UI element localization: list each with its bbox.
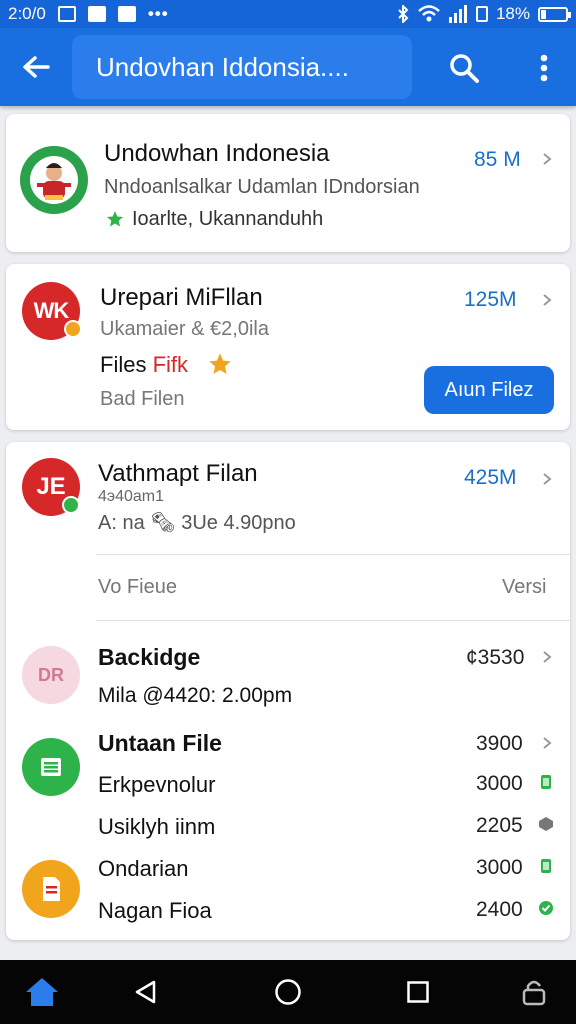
avatar (20, 146, 88, 214)
avatar: WK (22, 282, 82, 340)
star-icon (107, 211, 123, 227)
divider (96, 554, 570, 555)
list-item-value: 3000 (476, 772, 523, 795)
cube-icon (539, 817, 553, 831)
files-prefix: Files (100, 352, 153, 377)
card-title: Urepari MiFllan (100, 284, 263, 311)
wifi-icon (418, 5, 440, 22)
lock-button[interactable] (510, 968, 558, 1016)
list-item-title[interactable]: Nagan Fioa (98, 898, 212, 924)
recents-button[interactable] (394, 968, 442, 1016)
back-button[interactable] (0, 28, 72, 106)
badge-icon (64, 320, 82, 338)
list-item-value: 3000 (476, 856, 523, 879)
list-item-title[interactable]: Erkpevnolur (98, 772, 215, 798)
mail-icon (87, 6, 106, 22)
avatar (22, 738, 80, 796)
status-text: Bad Filen (100, 388, 185, 410)
card-undowhan-indonesia[interactable]: Undowhan Indonesia Nndoanlsalkar Udamlan… (6, 114, 570, 252)
battery-percent: 18% (495, 4, 530, 23)
search-icon (450, 54, 479, 83)
battery-green-icon (541, 859, 551, 873)
avatar (22, 860, 80, 918)
more-options-button[interactable] (520, 44, 568, 92)
card-line2: A: na 🗞 3Ue 4.90pno (98, 512, 296, 534)
list-item-value: ¢3530 (466, 646, 525, 669)
action-button-label: Aıun Filez (444, 378, 534, 401)
battery-green-icon (541, 775, 551, 789)
battery-level (541, 9, 546, 19)
search-button[interactable] (440, 44, 488, 92)
card-title: Vathmapt Filan (98, 460, 258, 487)
status-bar: 2:0/0 ••• 18% (0, 0, 576, 28)
list-item-value: 2400 (476, 898, 523, 921)
chevron-right-icon (543, 294, 552, 306)
card-tag-text: Ioarlte, Ukannanduhh (132, 208, 324, 230)
list-item-subtitle: Mila @4420: 2.00pm (98, 684, 293, 707)
more-vert-icon (540, 54, 548, 82)
card-subtitle: Nndoanlsalkar Udamlan IDndorsian (104, 176, 420, 198)
chevron-right-icon (543, 153, 552, 165)
column-header-left: Vo Fieue (98, 576, 177, 598)
verified-badge-icon (62, 496, 80, 514)
card-urepari-mifllan[interactable]: WK Urepari MiFllan Ukamaier & €2,0ila Fi… (6, 264, 570, 430)
file-size: 85 M (474, 148, 521, 171)
page-title: Undovhan Iddonsia.... (72, 35, 412, 99)
message-icon (117, 6, 136, 22)
home-button[interactable] (18, 968, 66, 1016)
check-circle-icon (539, 901, 553, 915)
list-item-title[interactable]: Untaan File (98, 730, 222, 757)
back-arrow-icon (23, 56, 50, 78)
avatar-text: JE (36, 473, 66, 500)
battery-icon (538, 6, 571, 22)
action-button[interactable]: Aıun Filez (424, 366, 554, 414)
card-tag: Ioarlte, Ukannanduhh (132, 208, 323, 231)
signal-icon (448, 5, 467, 23)
app-bar: Undovhan Iddonsia.... (0, 28, 576, 106)
card-line1: 4э40аm1 (98, 488, 164, 505)
column-header-right: Versi (502, 576, 547, 598)
home-icon (26, 978, 58, 1006)
avatar: DR (22, 646, 80, 704)
files-red-text: Fifk (152, 352, 189, 377)
chevron-right-icon (543, 473, 552, 485)
notification-icon (57, 6, 76, 22)
list-item-title[interactable]: Backidge (98, 644, 200, 671)
more-notifications-icon: ••• (147, 4, 169, 23)
bluetooth-icon (398, 5, 409, 23)
sim-icon (475, 6, 488, 22)
avatar-text: DR (38, 664, 64, 685)
chevron-right-icon (543, 651, 552, 663)
file-icon (43, 877, 60, 901)
file-size: 125M (464, 288, 517, 311)
document-icon (41, 758, 61, 776)
card-subtitle: Ukamaier & €2,0ila (100, 318, 269, 340)
star-icon (209, 353, 231, 374)
nav-home-button[interactable] (264, 968, 312, 1016)
files-label: Files Fifk (100, 352, 188, 378)
system-nav-bar (0, 960, 576, 1024)
list-item-value: 2205 (476, 814, 523, 837)
status-time: 2:0/0 (8, 4, 46, 23)
recents-square-icon (407, 981, 429, 1003)
avatar-text: WK (33, 298, 70, 323)
list-item-value: 3900 (476, 732, 523, 755)
page-title-text: Undovhan Iddonsia.... (96, 51, 349, 82)
character-avatar-icon (30, 156, 78, 204)
nav-back-button[interactable] (122, 968, 170, 1016)
chevron-right-icon (543, 737, 552, 749)
divider (96, 620, 570, 621)
back-triangle-icon (135, 980, 156, 1004)
card-vathmapt-filan[interactable]: JE Vathmapt Filan 4э40аm1 A: na 🗞 3Ue 4.… (6, 442, 570, 940)
list-item-title[interactable]: Usiklyh iinm (98, 814, 215, 840)
home-circle-icon (275, 979, 301, 1005)
avatar: JE (22, 458, 80, 516)
card-title: Undowhan Indonesia (104, 140, 330, 167)
file-size: 425M (464, 466, 517, 489)
list-item-title[interactable]: Ondarian (98, 856, 189, 882)
lock-icon (522, 980, 546, 1006)
